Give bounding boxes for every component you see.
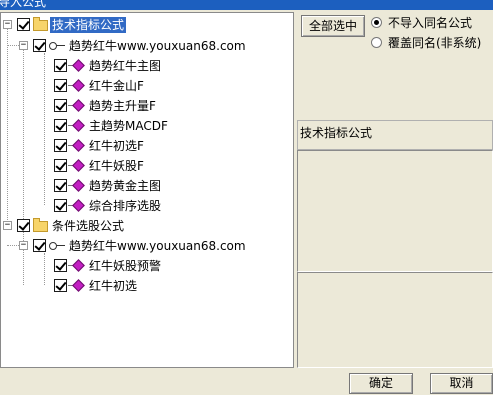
node-checkbox[interactable] bbox=[33, 239, 46, 252]
tree-node-group[interactable]: − 趋势红牛www.youxuan68.com bbox=[1, 37, 293, 55]
formula-icon bbox=[68, 140, 83, 152]
select-all-button[interactable]: 全部选中 bbox=[301, 15, 365, 37]
node-checkbox[interactable] bbox=[54, 59, 67, 72]
formula-icon bbox=[68, 60, 83, 72]
ok-button[interactable]: 确定 bbox=[349, 373, 413, 394]
formula-tree[interactable]: − 技术指标公式 − 趋势红牛www.youxuan68.com 趋势红牛主图 … bbox=[0, 12, 294, 368]
node-checkbox[interactable] bbox=[54, 79, 67, 92]
tree-node-group[interactable]: − 趋势红牛www.youxuan68.com bbox=[1, 237, 293, 255]
tree-leaf[interactable]: 红牛初选 bbox=[1, 277, 293, 295]
node-checkbox[interactable] bbox=[54, 199, 67, 212]
category-panel: 技术指标公式 bbox=[297, 120, 493, 150]
node-label: 红牛初选F bbox=[89, 139, 144, 153]
node-checkbox[interactable] bbox=[54, 139, 67, 152]
formula-icon bbox=[68, 280, 83, 292]
node-label: 趋势主升量F bbox=[89, 99, 156, 113]
title-bar: 导入公式 bbox=[0, 0, 493, 10]
formula-description-panel bbox=[297, 272, 493, 368]
node-label: 红牛妖股预警 bbox=[89, 259, 162, 273]
node-checkbox[interactable] bbox=[54, 159, 67, 172]
formula-icon bbox=[68, 120, 83, 132]
formula-info-panel bbox=[297, 150, 493, 272]
formula-icon bbox=[68, 260, 83, 272]
tree-guide-line bbox=[7, 245, 19, 246]
cancel-button[interactable]: 取消 bbox=[430, 373, 493, 394]
node-label: 技术指标公式 bbox=[50, 17, 127, 33]
tree-leaf[interactable]: 红牛初选F bbox=[1, 137, 293, 155]
overwrite-label: 覆盖同名(非系统) bbox=[388, 36, 482, 50]
node-label: 主趋势MACDF bbox=[89, 119, 168, 133]
node-label: 红牛妖股F bbox=[89, 159, 144, 173]
node-label: 趋势红牛www.youxuan68.com bbox=[69, 239, 246, 253]
folder-icon bbox=[33, 218, 48, 232]
node-checkbox[interactable] bbox=[17, 18, 30, 31]
tree-guide-line bbox=[7, 45, 19, 46]
node-checkbox[interactable] bbox=[17, 219, 30, 232]
node-label: 红牛金山F bbox=[89, 79, 144, 93]
key-icon bbox=[49, 241, 65, 251]
tree-node-condition-screening[interactable]: − 条件选股公式 bbox=[1, 217, 293, 235]
collapse-toggle[interactable]: − bbox=[19, 41, 28, 50]
key-icon bbox=[49, 41, 65, 51]
node-label: 趋势红牛www.youxuan68.com bbox=[69, 39, 246, 53]
formula-icon bbox=[68, 100, 83, 112]
node-checkbox[interactable] bbox=[33, 39, 46, 52]
node-checkbox[interactable] bbox=[54, 279, 67, 292]
formula-icon bbox=[68, 180, 83, 192]
overwrite-radio[interactable] bbox=[371, 37, 382, 48]
formula-icon bbox=[68, 80, 83, 92]
node-checkbox[interactable] bbox=[54, 259, 67, 272]
tree-leaf[interactable]: 红牛妖股预警 bbox=[1, 257, 293, 275]
node-checkbox[interactable] bbox=[54, 119, 67, 132]
node-checkbox[interactable] bbox=[54, 99, 67, 112]
no-import-radio[interactable] bbox=[371, 17, 382, 28]
node-label: 综合排序选股 bbox=[89, 199, 162, 213]
tree-node-technical-indicators[interactable]: − 技术指标公式 bbox=[1, 16, 293, 34]
tree-leaf[interactable]: 红牛金山F bbox=[1, 77, 293, 95]
node-checkbox[interactable] bbox=[54, 179, 67, 192]
tree-leaf[interactable]: 主趋势MACDF bbox=[1, 117, 293, 135]
node-label: 趋势黄金主图 bbox=[89, 179, 162, 193]
tree-leaf[interactable]: 趋势主升量F bbox=[1, 97, 293, 115]
collapse-toggle[interactable]: − bbox=[3, 20, 12, 29]
formula-icon bbox=[68, 200, 83, 212]
folder-icon bbox=[33, 17, 48, 31]
no-import-label: 不导入同名公式 bbox=[388, 16, 473, 30]
tree-leaf[interactable]: 趋势红牛主图 bbox=[1, 57, 293, 75]
node-label: 条件选股公式 bbox=[52, 219, 125, 233]
formula-icon bbox=[68, 160, 83, 172]
tree-leaf[interactable]: 趋势黄金主图 bbox=[1, 177, 293, 195]
window-title: 导入公式 bbox=[0, 0, 47, 9]
tree-leaf[interactable]: 综合排序选股 bbox=[1, 197, 293, 215]
category-label: 技术指标公式 bbox=[300, 126, 373, 140]
node-label: 趋势红牛主图 bbox=[89, 59, 162, 73]
tree-leaf[interactable]: 红牛妖股F bbox=[1, 157, 293, 175]
collapse-toggle[interactable]: − bbox=[19, 241, 28, 250]
node-label: 红牛初选 bbox=[89, 279, 138, 293]
collapse-toggle[interactable]: − bbox=[3, 221, 12, 230]
